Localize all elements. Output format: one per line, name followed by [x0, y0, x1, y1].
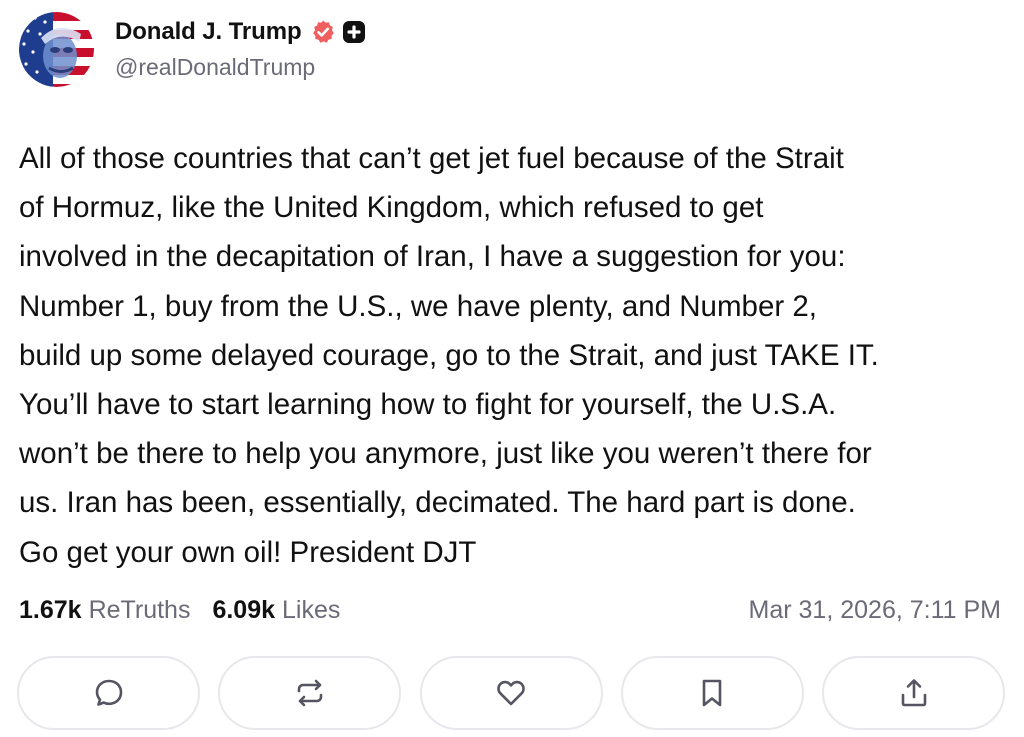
post-stats: 1.67k ReTruths 6.09k Likes Mar 31, 2026,… — [19, 592, 1001, 628]
retruths-label: ReTruths — [88, 595, 191, 624]
reply-button[interactable] — [17, 656, 200, 730]
post-text-line: won’t be there to help you anymore, just… — [19, 437, 872, 471]
likes-count: 6.09k — [212, 595, 276, 624]
reply-icon — [95, 679, 122, 706]
action-bar — [17, 656, 1005, 732]
share-icon — [901, 679, 926, 707]
post-text-line: build up some delayed courage, go to the… — [19, 338, 879, 372]
verified-icon — [310, 19, 336, 45]
avatar[interactable] — [19, 12, 94, 87]
post-text-line: us. Iran has been, essentially, decimate… — [19, 486, 856, 520]
likes-stat[interactable]: 6.09k Likes — [212, 596, 340, 625]
name-row: Donald J. Trump — [115, 16, 366, 48]
post-body: All of those countries that can’t get je… — [19, 134, 1009, 577]
retruths-stat[interactable]: 1.67k ReTruths — [19, 596, 190, 625]
post-text-line: You’ll have to start learning how to fig… — [19, 388, 837, 422]
display-name[interactable]: Donald J. Trump — [115, 18, 302, 46]
retruths-count: 1.67k — [19, 595, 82, 624]
share-button[interactable] — [822, 656, 1005, 730]
likes-label: Likes — [282, 595, 341, 624]
like-button[interactable] — [419, 656, 603, 730]
post-text-line: Number 1, buy from the U.S., we have ple… — [19, 289, 817, 323]
retruth-button[interactable] — [218, 656, 402, 730]
post-text-line: All of those countries that can’t get je… — [19, 142, 844, 175]
author-identity: Donald J. Trump @realDonaldTrump — [115, 16, 366, 81]
post-text-line: of Hormuz, like the United Kingdom, whic… — [19, 191, 764, 225]
post-text-line: Go get your own oil! President DJT — [19, 535, 477, 569]
author-handle[interactable]: @realDonaldTrump — [115, 54, 366, 81]
like-icon — [497, 680, 525, 706]
avatar-image — [19, 12, 94, 87]
plus-badge-icon — [342, 20, 366, 44]
post-timestamp[interactable]: Mar 31, 2026, 7:11 PM — [749, 596, 1001, 625]
bookmark-button[interactable] — [620, 656, 804, 730]
post-header: Donald J. Trump @realDonaldTrump — [19, 12, 366, 87]
bookmark-icon — [702, 679, 722, 707]
post-card: Donald J. Trump @realDonaldTrump All of … — [0, 0, 1024, 737]
retruth-icon — [297, 679, 323, 707]
post-text-line: involved in the decapitation of Iran, I … — [19, 240, 846, 274]
